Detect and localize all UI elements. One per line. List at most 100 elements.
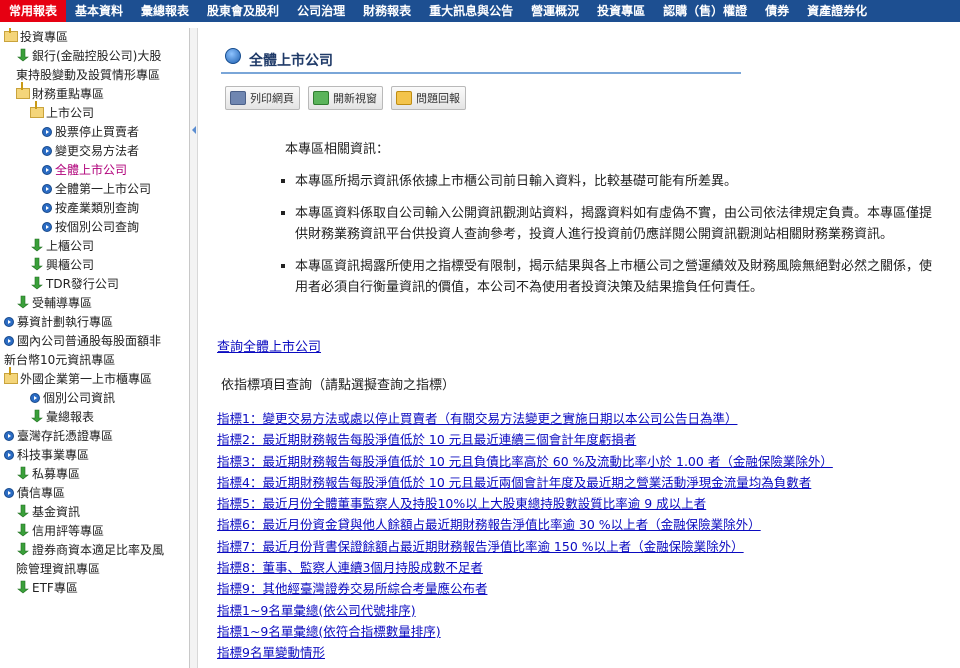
bullet-icon <box>42 203 52 213</box>
nav-item[interactable]: 基本資料 <box>66 0 132 22</box>
sidebar-item[interactable]: 財務重點專區 <box>0 82 189 104</box>
sidebar-item-label[interactable]: 臺灣存託憑證專區 <box>17 429 113 443</box>
folder-open-icon <box>30 101 44 118</box>
sidebar-item[interactable]: 臺灣存託憑證專區 <box>0 427 189 446</box>
nav-item[interactable]: 重大訊息與公告 <box>420 0 522 22</box>
sidebar-item-label[interactable]: 個別公司資訊 <box>43 391 115 405</box>
folder-open-icon <box>4 367 18 384</box>
sidebar-item[interactable]: 興櫃公司 <box>0 256 189 275</box>
indicator-link[interactable]: 指標5：最近月份全體董事監察人及持股10%以上大股東總持股數設質比率逾 9 成以… <box>217 493 833 514</box>
indicator-link[interactable]: 指標9：其他經臺灣證券交易所綜合考量應公布者 <box>217 578 833 599</box>
indicator-link[interactable]: 指標6：最近月份資金貸與他人餘額占最近期財務報告淨值比率逾 30 %以上者（金融… <box>217 514 833 535</box>
nav-item[interactable]: 彙總報表 <box>132 0 198 22</box>
sidebar-item[interactable]: 國內公司普通股每股面額非新台幣10元資訊專區 <box>0 332 164 370</box>
notes-list: 本專區所揭示資訊係依據上市櫃公司前日輸入資料，比較基礎可能有所差異。 本專區資料… <box>281 171 941 309</box>
sidebar-item-label[interactable]: 投資專區 <box>20 30 68 44</box>
sidebar-item-label[interactable]: 募資計劃執行專區 <box>17 315 113 329</box>
indicator-link[interactable]: 指標1~9名單彙總(依符合指標數量排序) <box>217 621 833 642</box>
sidebar-item[interactable]: 投資專區 <box>0 28 189 47</box>
sidebar-item-label[interactable]: 按個別公司查詢 <box>55 220 139 234</box>
bullet-icon <box>4 488 14 498</box>
query-all-listed-link[interactable]: 查詢全體上市公司 <box>217 336 321 355</box>
nav-item[interactable]: 投資專區 <box>588 0 654 22</box>
sidebar-splitter[interactable] <box>190 28 198 668</box>
sidebar-item[interactable]: 募資計劃執行專區 <box>0 313 189 332</box>
sidebar-item-label[interactable]: 銀行(金融控股公司)大股東持股變動及設質情形專區 <box>16 49 161 82</box>
globe-icon <box>225 48 241 64</box>
nav-item[interactable]: 認購（售）權證 <box>654 0 756 22</box>
indicator-link[interactable]: 指標3：最近期財務報告每股淨值低於 10 元且負債比率高於 60 %及流動比率小… <box>217 451 833 472</box>
report-issue-button[interactable]: 問題回報 <box>391 86 466 110</box>
sidebar-item[interactable]: 私募專區 <box>0 465 189 484</box>
new-window-button[interactable]: 開新視窗 <box>308 86 383 110</box>
sidebar-item-label[interactable]: 信用評等專區 <box>32 524 104 538</box>
toolbar: 列印網頁 開新視窗 問題回報 <box>225 86 466 110</box>
new-window-button-label: 開新視窗 <box>333 92 377 105</box>
nav-item[interactable]: 股東會及股利 <box>198 0 288 22</box>
sidebar-item-label[interactable]: 債信專區 <box>17 486 65 500</box>
sidebar-item[interactable]: 基金資訊 <box>0 503 189 522</box>
indicator-link[interactable]: 指標1~9名單彙總(依公司代號排序) <box>217 600 833 621</box>
indicator-link[interactable]: 指標8：董事、監察人連續3個月持股成數不足者 <box>217 557 833 578</box>
sidebar-item[interactable]: ETF專區 <box>0 579 189 598</box>
print-button-label: 列印網頁 <box>250 92 294 105</box>
sidebar-item-label[interactable]: 股票停止買賣者 <box>55 125 139 139</box>
sidebar-item[interactable]: 按產業類別查詢 <box>0 199 189 218</box>
nav-item[interactable]: 公司治理 <box>288 0 354 22</box>
nav-item[interactable]: 債券 <box>756 0 798 22</box>
sidebar-item[interactable]: 個別公司資訊 <box>0 389 189 408</box>
sidebar-item-label[interactable]: 上櫃公司 <box>46 239 94 253</box>
sidebar-item-label[interactable]: 全體第一上市公司 <box>55 182 151 196</box>
bullet-icon <box>4 431 14 441</box>
bullet-icon <box>42 146 52 156</box>
sidebar-item-label[interactable]: 基金資訊 <box>32 505 80 519</box>
nav-item[interactable]: 營運概況 <box>522 0 588 22</box>
sidebar-item-label[interactable]: 科技事業專區 <box>17 448 89 462</box>
sidebar-item-label[interactable]: 彙總報表 <box>46 410 94 424</box>
sidebar-item[interactable]: TDR發行公司 <box>0 275 189 294</box>
sidebar-item-label[interactable]: 私募專區 <box>32 467 80 481</box>
indicator-link[interactable]: 指標7：最近月份背書保證餘額占最近期財務報告淨值比率逾 150 %以上者（金融保… <box>217 536 833 557</box>
nav-item[interactable]: 財務報表 <box>354 0 420 22</box>
sidebar-item[interactable]: 股票停止買賣者 <box>0 123 189 142</box>
mail-icon <box>396 91 412 105</box>
sidebar-item-label[interactable]: 外國企業第一上市櫃專區 <box>20 372 152 386</box>
sidebar-item[interactable]: 債信專區 <box>0 484 189 503</box>
sidebar-item[interactable]: 全體上市公司 <box>0 161 189 180</box>
sidebar-item-label[interactable]: 國內公司普通股每股面額非新台幣10元資訊專區 <box>4 334 161 367</box>
nav-item[interactable]: 常用報表 <box>0 0 67 22</box>
sidebar-item-label[interactable]: 興櫃公司 <box>46 258 94 272</box>
sidebar-item-label[interactable]: 按產業類別查詢 <box>55 201 139 215</box>
sidebar-item-label[interactable]: 財務重點專區 <box>32 87 104 101</box>
sidebar-item-label[interactable]: TDR發行公司 <box>46 277 119 291</box>
sidebar-item[interactable]: 全體第一上市公司 <box>0 180 189 199</box>
arrow-down-icon <box>17 295 29 309</box>
sidebar-item-label[interactable]: 受輔導專區 <box>32 296 92 310</box>
sidebar-item[interactable]: 受輔導專區 <box>0 294 189 313</box>
sidebar-item[interactable]: 證券商資本適足比率及風險管理資訊專區 <box>0 541 166 579</box>
sidebar-item-label[interactable]: 變更交易方法者 <box>55 144 139 158</box>
collapse-arrow-icon[interactable] <box>192 126 196 134</box>
sidebar-item[interactable]: 信用評等專區 <box>0 522 189 541</box>
sidebar-item[interactable]: 上櫃公司 <box>0 237 189 256</box>
sidebar-item[interactable]: 外國企業第一上市櫃專區 <box>0 367 154 389</box>
sidebar-item-label[interactable]: 證券商資本適足比率及風險管理資訊專區 <box>16 543 164 576</box>
indicator-link[interactable]: 指標2：最近期財務報告每股淨值低於 10 元且最近連續三個會計年度虧損者 <box>217 429 833 450</box>
indicator-link[interactable]: 指標1：變更交易方法或處以停止買賣者（有關交易方法變更之實施日期以本公司公告日為… <box>217 408 833 429</box>
nav-item[interactable]: 資產證券化 <box>798 0 876 22</box>
sidebar-item-label[interactable]: 全體上市公司 <box>55 163 127 177</box>
indicator-link[interactable]: 指標4：最近期財務報告每股淨值低於 10 元且最近兩個會計年度及最近期之營業活動… <box>217 472 833 493</box>
sidebar-item[interactable]: 科技事業專區 <box>0 446 189 465</box>
sidebar-item[interactable]: 按個別公司查詢 <box>0 218 189 237</box>
sidebar-item[interactable]: 上市公司 <box>0 101 189 123</box>
new-window-icon <box>313 91 329 105</box>
arrow-down-icon <box>31 257 43 271</box>
sidebar-item[interactable]: 彙總報表 <box>0 408 189 427</box>
sidebar-item[interactable]: 銀行(金融控股公司)大股東持股變動及設質情形專區 <box>0 47 166 85</box>
print-button[interactable]: 列印網頁 <box>225 86 300 110</box>
sidebar-item-label[interactable]: 上市公司 <box>46 106 94 120</box>
indicator-link[interactable]: 指標9名單變動情形 <box>217 642 833 663</box>
sidebar-item-label[interactable]: ETF專區 <box>32 581 78 595</box>
sidebar-item[interactable]: 變更交易方法者 <box>0 142 189 161</box>
arrow-down-icon <box>17 542 29 556</box>
